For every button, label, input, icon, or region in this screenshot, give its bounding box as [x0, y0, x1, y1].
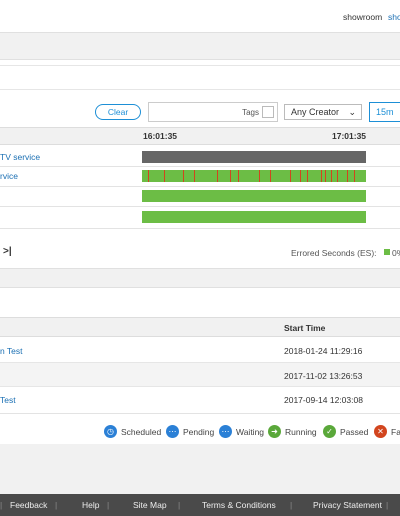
last-page-icon[interactable]: >|: [3, 246, 12, 257]
legend-failed: ✕ Fa: [374, 425, 400, 438]
table-row-start: 2018-01-24 11:29:16: [284, 346, 363, 356]
errored-seconds-label: Errored Seconds (ES):: [291, 248, 377, 258]
toolbar-band: [0, 32, 400, 60]
errored-swatch: [384, 249, 390, 255]
legend-label: Scheduled: [121, 426, 162, 437]
x-icon: ✕: [374, 425, 387, 438]
time-range-button[interactable]: 15m: [369, 102, 400, 122]
tags-checkbox[interactable]: [262, 106, 274, 118]
table-row-name[interactable]: Test: [0, 395, 16, 405]
errored-seconds-value: 0%: [392, 248, 400, 258]
legend-running: ➜ Running: [268, 425, 317, 438]
timeline-bar-unknown[interactable]: [142, 151, 366, 163]
table-row-start: 2017-11-02 13:26:53: [284, 371, 363, 381]
footer-feedback-link[interactable]: Feedback: [10, 500, 47, 510]
footer-sitemap-link[interactable]: Site Map: [133, 500, 167, 510]
footer: | Feedback | Help | Site Map | Terms & C…: [0, 494, 400, 516]
timeline-row-label[interactable]: rvice: [0, 171, 18, 181]
tags-label: Tags: [242, 108, 259, 117]
error-tick: [238, 170, 239, 182]
error-tick: [354, 170, 355, 182]
error-tick: [347, 170, 348, 182]
error-tick: [321, 170, 322, 182]
tags-filter[interactable]: Tags: [148, 102, 278, 122]
row-divider: [0, 186, 400, 187]
content-bottom-band: [0, 444, 400, 494]
timeline-bar-errors[interactable]: [142, 170, 366, 182]
legend-waiting: ⋯ Waiting: [219, 425, 264, 438]
table-row-name[interactable]: n Test: [0, 346, 23, 356]
footer-terms-link[interactable]: Terms & Conditions: [202, 500, 276, 510]
username: showroom: [343, 12, 383, 22]
check-icon: ✓: [323, 425, 336, 438]
row-divider: [0, 228, 400, 229]
timeline-bar-ok[interactable]: [142, 211, 366, 223]
error-tick: [325, 170, 326, 182]
legend-label: Running: [285, 426, 317, 437]
error-tick: [331, 170, 332, 182]
error-tick: [290, 170, 291, 182]
legend-pending: ⋯ Pending: [166, 425, 214, 438]
timeline-bar-ok[interactable]: [142, 190, 366, 202]
col-start-time[interactable]: Start Time: [284, 323, 325, 333]
table-row-start: 2017-09-14 12:03:08: [284, 395, 363, 405]
row-divider: [0, 413, 400, 414]
creator-select[interactable]: Any Creator ⌄: [284, 104, 362, 120]
dots-icon: ⋯: [219, 425, 232, 438]
legend-label: Passed: [340, 426, 369, 437]
legend-label: Waiting: [236, 426, 265, 437]
legend-label: Pending: [183, 426, 215, 437]
legend-scheduled: ◷ Scheduled: [104, 425, 161, 438]
chevron-down-icon: ⌄: [348, 107, 356, 117]
row-divider: [0, 166, 400, 167]
error-tick: [300, 170, 301, 182]
error-tick: [259, 170, 260, 182]
section-band: [0, 268, 400, 288]
legend-passed: ✓ Passed: [323, 425, 368, 438]
time-start-label: 16:01:35: [143, 131, 178, 141]
error-tick: [307, 170, 308, 182]
error-tick: [270, 170, 271, 182]
dots-icon: ⋯: [166, 425, 179, 438]
clear-button[interactable]: Clear: [95, 104, 141, 120]
clock-icon: ◷: [104, 425, 117, 438]
error-tick: [164, 170, 165, 182]
error-tick: [194, 170, 195, 182]
table-header: [0, 317, 400, 337]
footer-help-link[interactable]: Help: [82, 500, 99, 510]
timeline-row-label[interactable]: TV service: [0, 152, 40, 162]
subheader-band: [0, 65, 400, 90]
creator-value: Any Creator: [291, 107, 340, 117]
error-tick: [148, 170, 149, 182]
legend-label: Fa: [391, 426, 400, 437]
row-divider: [0, 206, 400, 207]
footer-privacy-link[interactable]: Privacy Statement: [313, 500, 382, 510]
error-tick: [183, 170, 184, 182]
error-tick: [230, 170, 231, 182]
top-header: [0, 0, 400, 32]
error-tick: [217, 170, 218, 182]
time-end-label: 17:01:35: [332, 131, 367, 141]
arrow-right-icon: ➜: [268, 425, 281, 438]
user-menu-link[interactable]: sho: [388, 12, 400, 22]
error-tick: [337, 170, 338, 182]
